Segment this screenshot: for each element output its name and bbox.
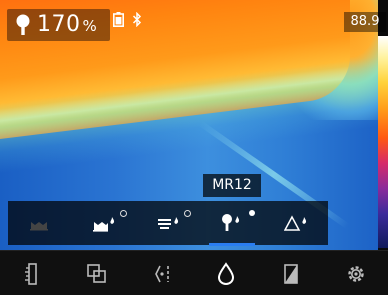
- palette-icon: [282, 262, 300, 286]
- surface-moisture-icon: [92, 214, 116, 232]
- zoom-indicator[interactable]: 170%: [7, 9, 110, 41]
- mode-label: MR12: [203, 174, 261, 197]
- bluetooth-icon: [132, 12, 142, 27]
- color-scale-bar: [378, 36, 388, 248]
- tool-moisture[interactable]: [198, 254, 254, 294]
- tool-ruler[interactable]: [4, 254, 60, 294]
- ruler-icon: [24, 262, 40, 286]
- moisture-pin-icon: [15, 14, 31, 36]
- tool-settings[interactable]: [328, 254, 384, 294]
- overlay-icon: [86, 263, 108, 285]
- submode-bar: [8, 201, 328, 246]
- delta-moisture-icon: [284, 214, 308, 232]
- submode-surface[interactable]: [79, 201, 129, 245]
- submode-pin[interactable]: [207, 201, 257, 246]
- water-drop-icon: [217, 261, 235, 286]
- gear-icon: [345, 263, 367, 285]
- submode-indicator-ring: [120, 210, 127, 217]
- battery-icon: [113, 12, 124, 27]
- tool-palette[interactable]: [263, 254, 319, 294]
- stacked-moisture-icon: [156, 214, 180, 232]
- tool-overlay[interactable]: [69, 254, 125, 294]
- pin-moisture-icon: [220, 213, 244, 233]
- max-temperature: 88.9: [344, 12, 386, 32]
- bottom-toolbar: [0, 250, 388, 295]
- status-icons: [113, 12, 142, 27]
- tool-crosshair[interactable]: [134, 254, 190, 294]
- submode-delta[interactable]: [271, 201, 321, 245]
- submode-indicator-ring: [184, 210, 191, 217]
- zoom-value: 170%: [37, 12, 97, 37]
- ambient-icon: [29, 215, 51, 231]
- submode-indicator-filled: [249, 210, 255, 216]
- crosshair-icon: [150, 262, 174, 286]
- submode-ambient[interactable]: [15, 201, 65, 245]
- thermal-camera-screen: 170% 88.9 MR12: [0, 0, 388, 295]
- submode-stacked[interactable]: [143, 201, 193, 245]
